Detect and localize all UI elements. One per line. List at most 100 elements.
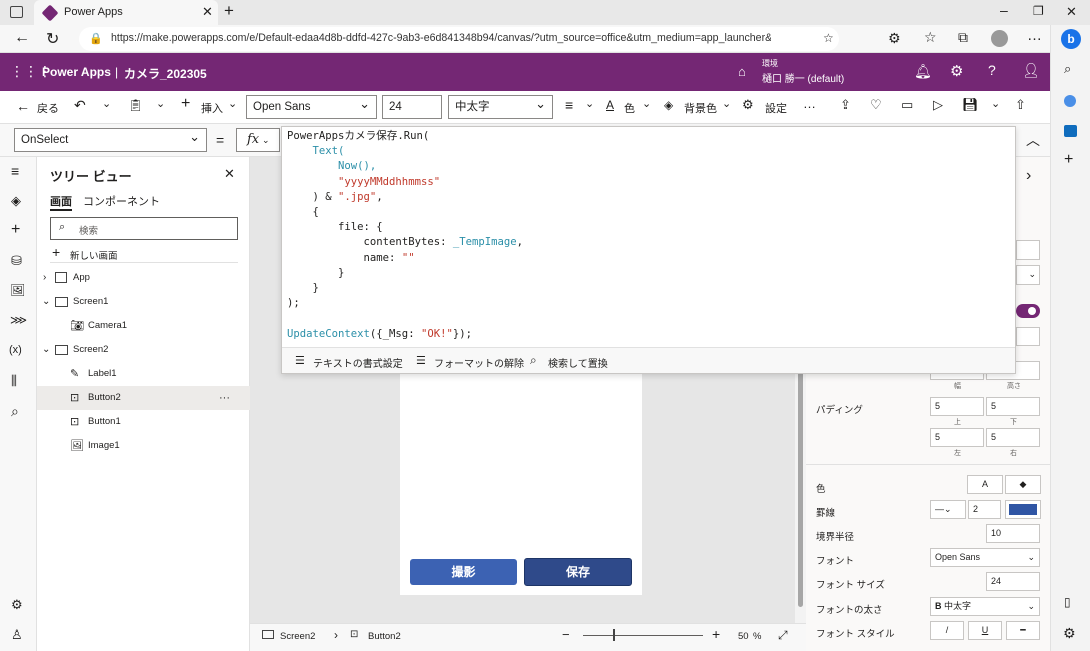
browser-tab[interactable]: Power Apps ✕	[34, 0, 218, 25]
tab-actions-icon[interactable]	[10, 6, 23, 18]
back-arrow-icon[interactable]: ←	[14, 29, 30, 47]
sidebar-layout-icon[interactable]: ▯	[1064, 595, 1071, 609]
publish-icon[interactable]: ⇧	[1015, 97, 1026, 113]
text-color-icon[interactable]: A	[606, 98, 614, 112]
zoom-in-icon[interactable]: +	[712, 626, 720, 642]
settings-button[interactable]: 設定	[765, 100, 787, 116]
tree-item-image1[interactable]: 🖼︎ Image1	[37, 434, 250, 458]
tree-item-button2[interactable]: ⊡ Button2 ···	[37, 386, 250, 410]
comments-icon[interactable]: ▭	[901, 97, 913, 113]
tree-search-input[interactable]: ⌕ 検索	[50, 217, 238, 240]
text-color-button[interactable]: A	[967, 475, 1003, 494]
search-icon[interactable]: ⌕	[1064, 61, 1071, 77]
more-options-icon[interactable]: ···	[219, 386, 230, 410]
expand-chevron-icon[interactable]: ›	[43, 266, 46, 290]
back-icon[interactable]: ←	[16, 98, 30, 114]
preview-play-icon[interactable]: ▷	[933, 97, 943, 113]
color-dropdown-icon[interactable]: ⌄	[642, 97, 651, 110]
border-width-field[interactable]: 2	[968, 500, 1001, 519]
padding-right-field[interactable]: 5	[986, 428, 1040, 447]
font-weight-select[interactable]: B 中太字 ⌄	[930, 597, 1040, 616]
expand-chevron-icon[interactable]: ›	[1026, 167, 1031, 185]
padding-bottom-field[interactable]: 5	[986, 397, 1040, 416]
undo-icon[interactable]: ↶	[74, 97, 86, 114]
collapse-chevron-icon[interactable]: ⌄	[42, 338, 50, 362]
account-icon[interactable]: 👤︎	[1022, 62, 1040, 79]
align-dropdown-icon[interactable]: ⌄	[585, 97, 594, 110]
fit-screen-icon[interactable]: ⤢	[778, 628, 788, 643]
prop-field[interactable]	[1016, 240, 1040, 260]
back-button[interactable]: 戻る	[37, 100, 59, 116]
border-color-button[interactable]	[1005, 500, 1041, 519]
settings-gear-icon[interactable]: ⚙	[742, 97, 754, 113]
collapse-formula-icon[interactable]: ︿	[1026, 130, 1040, 150]
data-icon[interactable]: ⛁	[11, 253, 22, 269]
remove-format-button[interactable]: フォーマットの解除	[434, 355, 524, 370]
minimize-icon[interactable]: –	[1000, 2, 1008, 18]
paste-icon[interactable]: 📋︎	[128, 98, 143, 112]
favorites-icon[interactable]: ☆	[924, 29, 937, 46]
bg-dropdown-icon[interactable]: ⌄	[722, 97, 731, 110]
tree-item-screen2[interactable]: ⌄ Screen2	[37, 338, 250, 362]
prop-select[interactable]: ⌄	[1016, 265, 1040, 285]
tree-item-app[interactable]: › App	[37, 266, 250, 290]
font-size-field[interactable]: 24	[986, 572, 1040, 591]
shopping-icon[interactable]	[1064, 95, 1076, 107]
font-select[interactable]: Open Sans	[246, 93, 377, 119]
extensions-icon[interactable]: ⚙	[888, 30, 901, 47]
breadcrumb-control[interactable]: Button2	[368, 631, 401, 642]
save-button[interactable]: 保存	[524, 558, 632, 586]
hamburger-icon[interactable]: ≡	[11, 163, 19, 179]
font-weight-select[interactable]: 中太字	[448, 93, 553, 119]
insert-rail-icon[interactable]: +	[11, 221, 20, 239]
close-panel-icon[interactable]: ✕	[224, 166, 235, 182]
more-button[interactable]: …	[803, 96, 816, 111]
tree-item-label1[interactable]: ✎ Label1	[37, 362, 250, 386]
settings-icon[interactable]: ⚙	[950, 62, 963, 80]
italic-button[interactable]: /	[930, 621, 964, 640]
radius-field[interactable]: 10	[986, 524, 1040, 543]
fill-color-button[interactable]: ◆	[1005, 475, 1041, 494]
window-close-icon[interactable]: ✕	[1066, 4, 1077, 20]
align-icon[interactable]: ≡	[565, 97, 573, 113]
zoom-slider-thumb[interactable]	[613, 629, 615, 641]
underline-button[interactable]: U	[968, 621, 1002, 640]
variables-icon[interactable]: (x)	[9, 344, 22, 356]
font-size-field[interactable]: 24	[382, 95, 442, 119]
toggle-switch[interactable]	[1016, 304, 1040, 318]
find-replace-button[interactable]: 検索して置換	[548, 355, 608, 370]
zoom-slider[interactable]	[583, 635, 703, 636]
collapse-chevron-icon[interactable]: ⌄	[42, 290, 50, 314]
fill-icon[interactable]: ◈	[664, 98, 673, 112]
app-checker-icon[interactable]: ♡	[870, 97, 882, 113]
padding-top-field[interactable]: 5	[930, 397, 984, 416]
function-button[interactable]: fx ⌄	[236, 128, 280, 152]
search-rail-icon[interactable]: ⌕	[11, 403, 19, 420]
insert-dropdown-icon[interactable]: ⌄	[228, 97, 237, 110]
insert-icon[interactable]: +	[181, 95, 190, 113]
insert-button[interactable]: 挿入	[201, 100, 223, 116]
tree-view-icon[interactable]: ◈	[11, 193, 21, 209]
padding-left-field[interactable]: 5	[930, 428, 984, 447]
tree-item-button1[interactable]: ⊡ Button1	[37, 410, 250, 434]
undo-dropdown-icon[interactable]: ⌄	[102, 97, 111, 110]
formula-editor[interactable]: PowerAppsカメラ保存.Run( Text( Now(), "yyyyMM…	[281, 126, 1016, 374]
tab-screens[interactable]: 画面	[50, 193, 72, 209]
format-text-button[interactable]: テキストの書式設定	[313, 355, 403, 370]
tree-item-screen1[interactable]: ⌄ Screen1	[37, 290, 250, 314]
save-icon[interactable]: 💾︎	[962, 97, 979, 113]
app-name[interactable]: カメラ_202305	[124, 65, 207, 82]
save-dropdown-icon[interactable]: ⌄	[991, 97, 1000, 110]
virtual-agent-icon[interactable]: ♙	[11, 627, 23, 643]
property-select[interactable]: OnSelect	[14, 126, 207, 152]
capture-button[interactable]: 撮影	[410, 559, 517, 585]
font-select[interactable]: Open Sans ⌄	[930, 548, 1040, 567]
close-tab-icon[interactable]: ✕	[202, 4, 213, 20]
restore-icon[interactable]: ❐	[1033, 4, 1044, 18]
refresh-icon[interactable]: ↻	[46, 29, 59, 49]
tab-components[interactable]: コンポーネント	[83, 193, 160, 209]
environment-name[interactable]: 樋口 勝一 (default)	[762, 70, 844, 85]
share-icon[interactable]: ⇪	[840, 97, 851, 113]
settings-rail-icon[interactable]: ⚙	[11, 597, 23, 613]
help-icon[interactable]: ?	[988, 62, 996, 78]
